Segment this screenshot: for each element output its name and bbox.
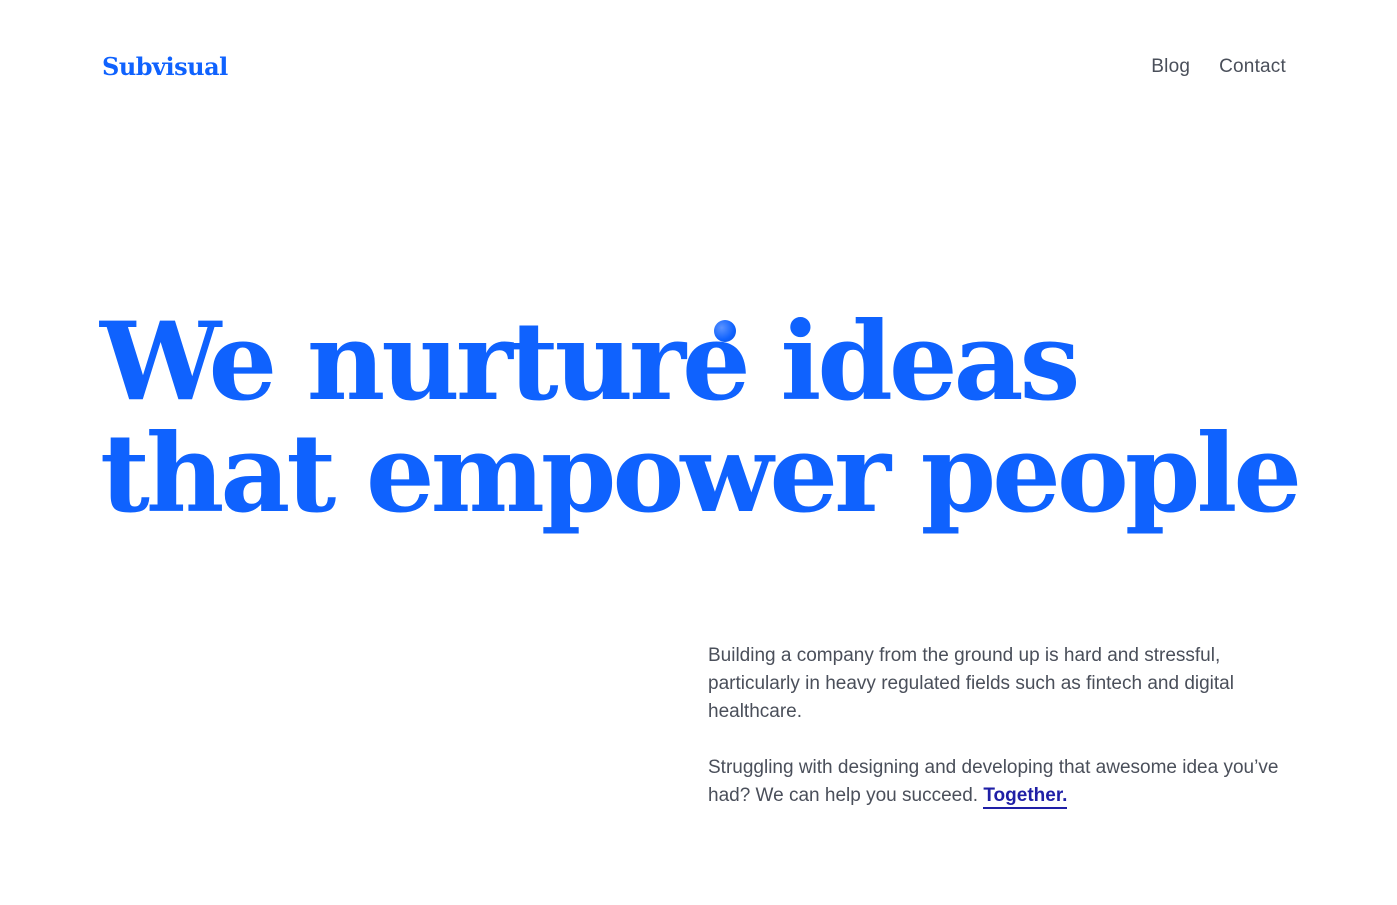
together-link[interactable]: Together. — [983, 785, 1068, 809]
hero-line-2: that empower people — [100, 411, 1302, 537]
hero-headline: We nurture ideas that empower people — [100, 299, 1302, 537]
hero-line-1: We nurture ideas — [100, 299, 1080, 425]
main-nav: Blog Contact — [1151, 56, 1286, 78]
intro-paragraph-1: Building a company from the ground up is… — [708, 645, 1234, 722]
site-header: Subvisual Blog Contact — [102, 50, 1286, 84]
intro-paragraph-2: Struggling with designing and developing… — [708, 754, 1288, 810]
logo-link[interactable]: Subvisual — [102, 55, 228, 79]
nav-link-blog[interactable]: Blog — [1151, 56, 1190, 78]
intro-section: Building a company from the ground up is… — [708, 642, 1288, 838]
hero-dot-decoration — [714, 320, 736, 342]
nav-link-contact[interactable]: Contact — [1219, 56, 1286, 78]
